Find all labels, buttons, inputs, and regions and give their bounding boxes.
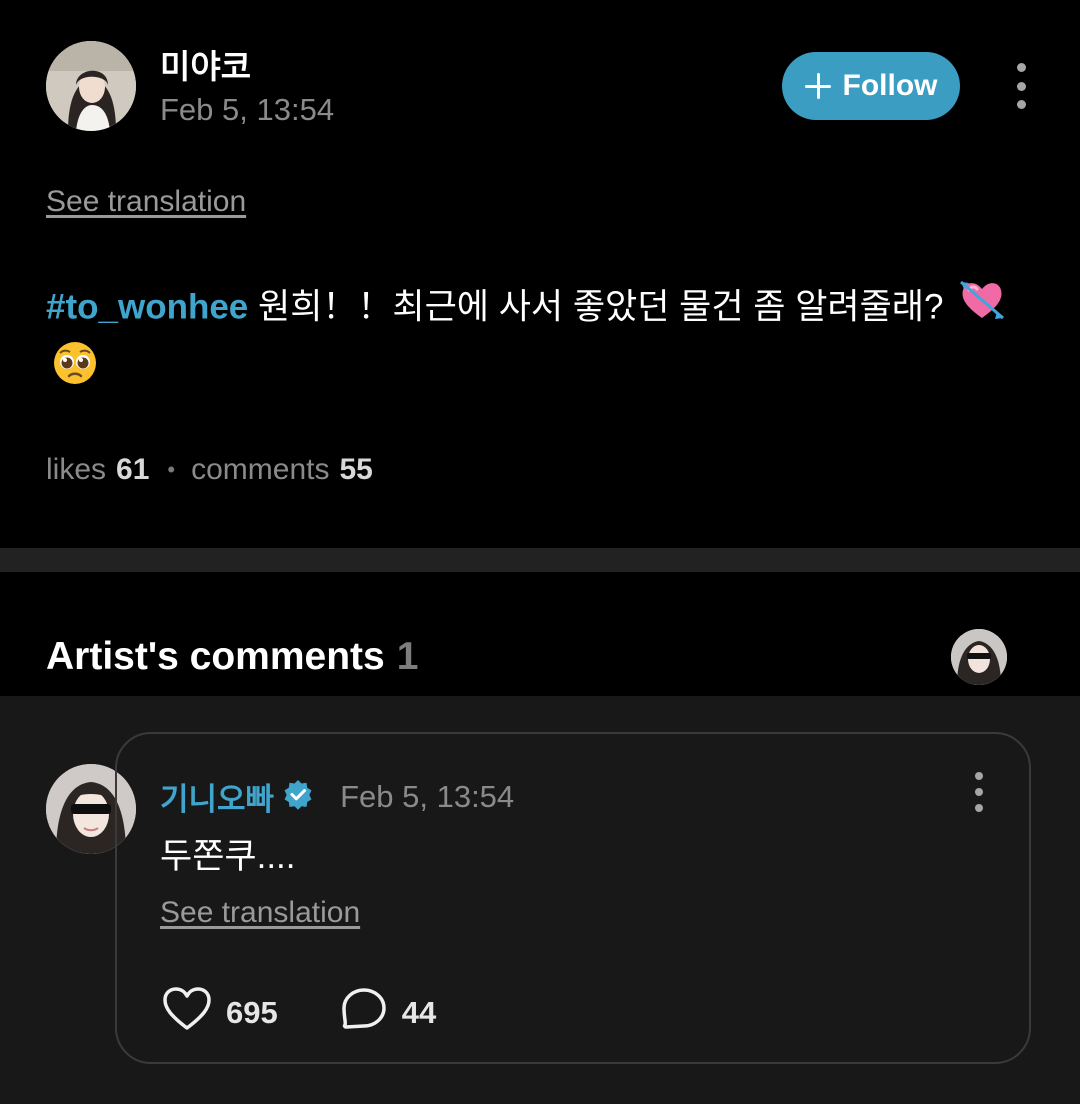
separator-dot: • [167, 457, 176, 482]
comment-header: 기니오빠 Feb 5, 13:54 [160, 774, 514, 819]
comment-text: 두쫀쿠.... [160, 837, 296, 876]
pleading-face-emoji [52, 340, 98, 404]
post-body: #to_wonhee 원희！！최근에 사서 좋았던 물건 좀 알려줄래? [46, 278, 1036, 404]
follow-label: Follow [842, 69, 938, 102]
post-stats: likes 61 • comments 55 [46, 453, 373, 487]
comment-card[interactable]: 기니오빠 Feb 5, 13:54 두쫀쿠.... See translatio… [115, 732, 1031, 1064]
follow-button[interactable]: Follow [782, 52, 960, 120]
post: 미야코 Feb 5, 13:54 Follow See translation … [0, 0, 1080, 548]
see-translation-link[interactable]: See translation [46, 185, 246, 219]
like-count: 695 [226, 995, 278, 1030]
comment-see-translation-link[interactable]: See translation [160, 896, 360, 930]
post-text: 원희！！최근에 사서 좋았던 물건 좀 알려줄래? [248, 287, 954, 327]
plus-icon [804, 73, 831, 99]
hashtag-link[interactable]: #to_wonhee [46, 287, 248, 326]
likes-label: likes [46, 453, 107, 486]
comments-label: comments [191, 453, 330, 486]
section-divider [0, 548, 1080, 572]
author-avatar[interactable] [46, 41, 136, 131]
heart-icon [162, 986, 212, 1040]
comment-timestamp: Feb 5, 13:54 [340, 778, 515, 814]
artist-comments-title: Artist's comments 1 [46, 635, 418, 679]
comment-more-options-icon[interactable] [964, 772, 994, 812]
artist-comments-title-text: Artist's comments [46, 635, 385, 678]
artist-comments-header: Artist's comments 1 [0, 572, 1080, 696]
artist-avatar[interactable] [951, 629, 1007, 685]
comment-actions: 695 44 [162, 986, 436, 1040]
more-options-icon[interactable] [1006, 63, 1036, 109]
reply-count: 44 [401, 995, 437, 1030]
verified-badge-icon [282, 778, 314, 815]
reply-button[interactable]: 44 [340, 986, 436, 1040]
comments-count[interactable]: 55 [339, 453, 372, 487]
author-name[interactable]: 미야코 [160, 40, 251, 88]
like-button[interactable]: 695 [162, 986, 278, 1040]
artist-comments-count: 1 [396, 635, 419, 678]
heart-with-arrow-emoji [959, 278, 1005, 340]
likes-count[interactable]: 61 [116, 453, 149, 487]
comments-area: 기니오빠 Feb 5, 13:54 두쫀쿠.... See translatio… [0, 696, 1080, 1104]
post-timestamp: Feb 5, 13:54 [160, 92, 335, 127]
commenter-name[interactable]: 기니오빠 [160, 774, 274, 819]
comment-bubble-icon [340, 986, 388, 1040]
